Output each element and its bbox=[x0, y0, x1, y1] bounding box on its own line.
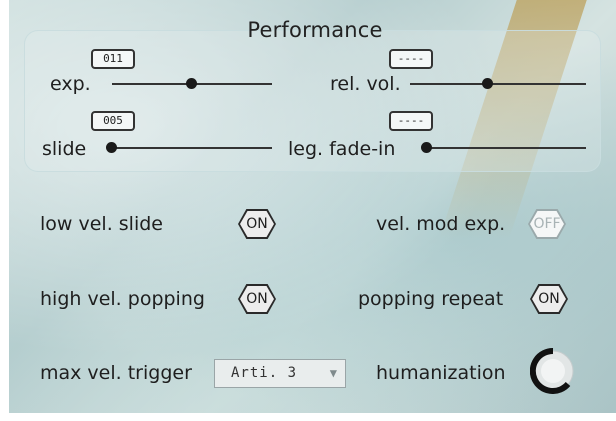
exp-slider-knob[interactable] bbox=[186, 78, 197, 89]
popping-repeat-state: ON bbox=[532, 286, 566, 312]
slide-slider-track[interactable] bbox=[112, 147, 272, 149]
dial-center bbox=[541, 359, 565, 383]
slide-slider-knob[interactable] bbox=[106, 142, 117, 153]
rel-vol-value-box[interactable]: ---- bbox=[389, 49, 433, 69]
rel-vol-label: rel. vol. bbox=[330, 73, 401, 95]
performance-panel: Performance 011 exp. ---- rel. vol. 005 … bbox=[0, 0, 616, 421]
max-vel-trigger-label: max vel. trigger bbox=[40, 362, 192, 384]
humanization-dial[interactable] bbox=[530, 348, 576, 394]
panel-bottom-edge bbox=[0, 413, 616, 421]
vel-mod-exp-label: vel. mod exp. bbox=[376, 213, 506, 235]
vel-mod-exp-toggle[interactable]: OFF bbox=[528, 209, 566, 239]
low-vel-slide-state: ON bbox=[240, 211, 274, 237]
rel-vol-slider-track[interactable] bbox=[410, 83, 586, 85]
low-vel-slide-toggle[interactable]: ON bbox=[238, 209, 276, 239]
slide-label: slide bbox=[42, 138, 87, 160]
high-vel-popping-state: ON bbox=[240, 286, 274, 312]
popping-repeat-label: popping repeat bbox=[358, 288, 504, 310]
dropdown-arrow-icon: ▼ bbox=[329, 366, 337, 380]
high-vel-popping-toggle[interactable]: ON bbox=[238, 284, 276, 314]
exp-value-box[interactable]: 011 bbox=[91, 49, 135, 69]
popping-repeat-toggle[interactable]: ON bbox=[530, 284, 568, 314]
panel-title: Performance bbox=[247, 18, 383, 42]
humanization-label: humanization bbox=[376, 362, 506, 384]
low-vel-slide-label: low vel. slide bbox=[40, 213, 163, 235]
exp-label: exp. bbox=[50, 73, 91, 95]
slide-value-box[interactable]: 005 bbox=[91, 111, 135, 131]
leg-fade-in-value-box[interactable]: ---- bbox=[389, 111, 433, 131]
vel-mod-exp-state: OFF bbox=[530, 211, 564, 237]
panel-left-edge bbox=[0, 0, 9, 421]
leg-fade-in-slider-track[interactable] bbox=[426, 147, 586, 149]
rel-vol-slider-knob[interactable] bbox=[482, 78, 493, 89]
max-vel-trigger-value: Arti. 3 bbox=[231, 365, 298, 381]
leg-fade-in-slider-knob[interactable] bbox=[421, 142, 432, 153]
max-vel-trigger-select[interactable]: Arti. 3 ▼ bbox=[214, 359, 346, 388]
high-vel-popping-label: high vel. popping bbox=[40, 288, 205, 310]
leg-fade-in-label: leg. fade-in bbox=[288, 138, 396, 160]
